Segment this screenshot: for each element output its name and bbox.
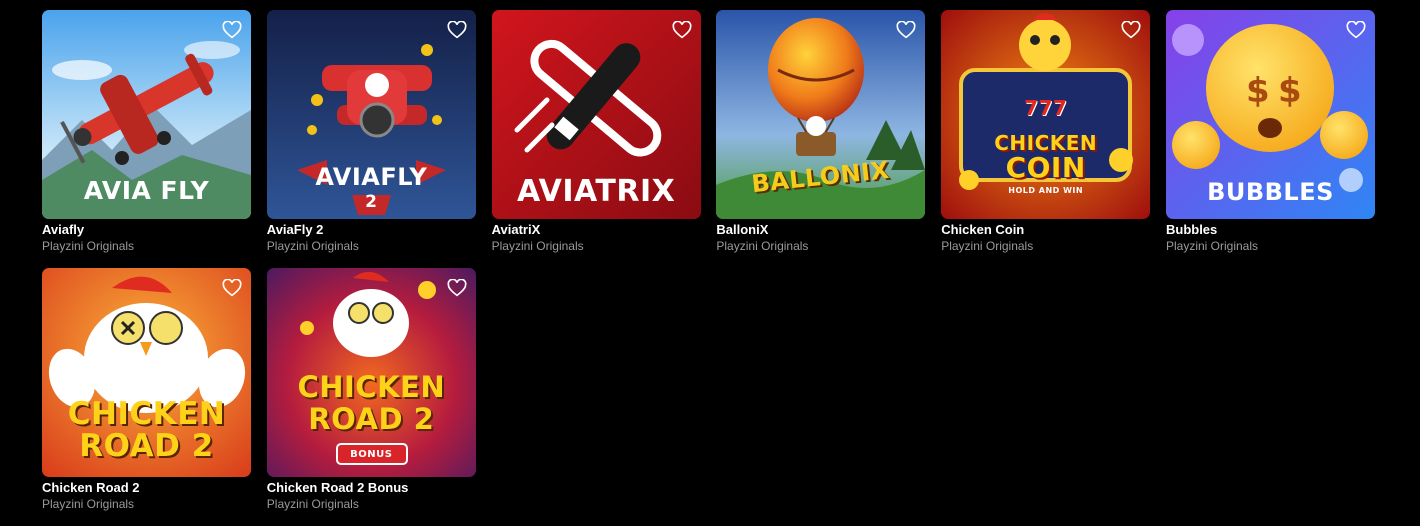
game-logo-text: AVIAFLY [315,163,428,191]
heart-outline-icon [447,21,467,39]
heart-outline-icon [672,21,692,39]
game-thumbnail[interactable]: CHICKEN ROAD 2 BONUS [266,268,476,477]
game-thumbnail[interactable]: AVIAFLY 2 [266,10,476,219]
svg-text:$: $ [1278,71,1302,111]
game-thumbnail[interactable]: BALLONIX [716,10,926,219]
game-logo-subtext: BONUS [350,449,393,460]
game-card-aviafly[interactable]: AVIA FLY Aviafly Playzini Originals [42,10,251,268]
game-card-chicken-coin[interactable]: 777 CHICKEN COIN HOLD AND WIN Chicken Co… [941,10,1151,268]
games-grid: AVIA FLY Aviafly Playzini Originals AVIA… [42,10,1375,526]
game-provider: Playzini Originals [1165,239,1259,253]
game-title[interactable]: Aviafly [42,223,251,237]
game-title[interactable]: AviaFly 2 [267,223,476,237]
game-logo-subtext: 2 [365,192,378,212]
game-thumbnail[interactable]: CHICKEN ROAD 2 [42,268,251,477]
game-logo-text: AVIATRIX [516,174,676,209]
game-card-bubbles[interactable]: $ $ BUBBLES Bubbles Playzini Originals [1165,10,1375,268]
heart-outline-icon [1121,21,1141,39]
game-logo-subtext: HOLD AND WIN [1008,186,1084,195]
heart-outline-icon [447,279,467,297]
game-title[interactable]: Chicken Road 2 Bonus [267,481,476,495]
game-title[interactable]: BalloniX [716,223,925,237]
heart-outline-icon [222,279,242,297]
game-provider: Playzini Originals [941,239,1034,253]
favorite-button[interactable] [446,278,468,298]
heart-outline-icon [896,21,916,39]
game-provider: Playzini Originals [716,239,809,253]
game-title[interactable]: Chicken Road 2 [42,481,251,495]
game-logo-text-2: COIN [1005,151,1086,184]
game-provider: Playzini Originals [266,497,359,511]
game-thumbnail[interactable]: AVIATRIX [491,10,701,219]
game-card-aviatrix[interactable]: AVIATRIX AviatriX Playzini Originals [491,10,701,268]
game-card-chicken-road-2[interactable]: CHICKEN ROAD 2 Chicken Road 2 Playzini O… [42,268,251,526]
game-logo-text-2: ROAD 2 [79,428,214,464]
favorite-button[interactable] [1345,20,1367,40]
svg-text:$: $ [1246,71,1270,111]
heart-outline-icon [222,21,242,39]
game-logo-text: BUBBLES [1207,178,1334,206]
favorite-button[interactable] [446,20,468,40]
game-provider: Playzini Originals [42,239,135,253]
favorite-button[interactable] [221,20,243,40]
favorite-button[interactable] [671,20,693,40]
game-provider: Playzini Originals [491,239,584,253]
favorite-button[interactable] [221,278,243,298]
game-provider: Playzini Originals [266,239,359,253]
game-logo-text: CHICKEN [297,370,446,404]
game-card-aviafly-2[interactable]: AVIAFLY 2 AviaFly 2 Playzini Originals [266,10,476,268]
game-card-chicken-road-2-bonus[interactable]: CHICKEN ROAD 2 BONUS Chicken Road 2 Bonu… [266,268,476,526]
game-provider: Playzini Originals [42,497,135,511]
favorite-button[interactable] [1120,20,1142,40]
game-thumbnail[interactable]: AVIA FLY [42,10,251,219]
game-logo-top: 777 [1024,96,1068,120]
game-title[interactable]: AviatriX [492,223,701,237]
game-title[interactable]: Bubbles [1166,223,1375,237]
heart-outline-icon [1346,21,1366,39]
game-title[interactable]: Chicken Coin [941,223,1150,237]
game-thumbnail[interactable]: $ $ BUBBLES [1165,10,1375,219]
game-logo-text-2: ROAD 2 [308,402,435,436]
game-card-ballonix[interactable]: BALLONIX BalloniX Playzini Originals [716,10,926,268]
game-thumbnail[interactable]: 777 CHICKEN COIN HOLD AND WIN [941,10,1151,219]
game-logo-text: AVIA FLY [83,176,210,205]
favorite-button[interactable] [895,20,917,40]
game-logo-text: CHICKEN [67,396,226,432]
